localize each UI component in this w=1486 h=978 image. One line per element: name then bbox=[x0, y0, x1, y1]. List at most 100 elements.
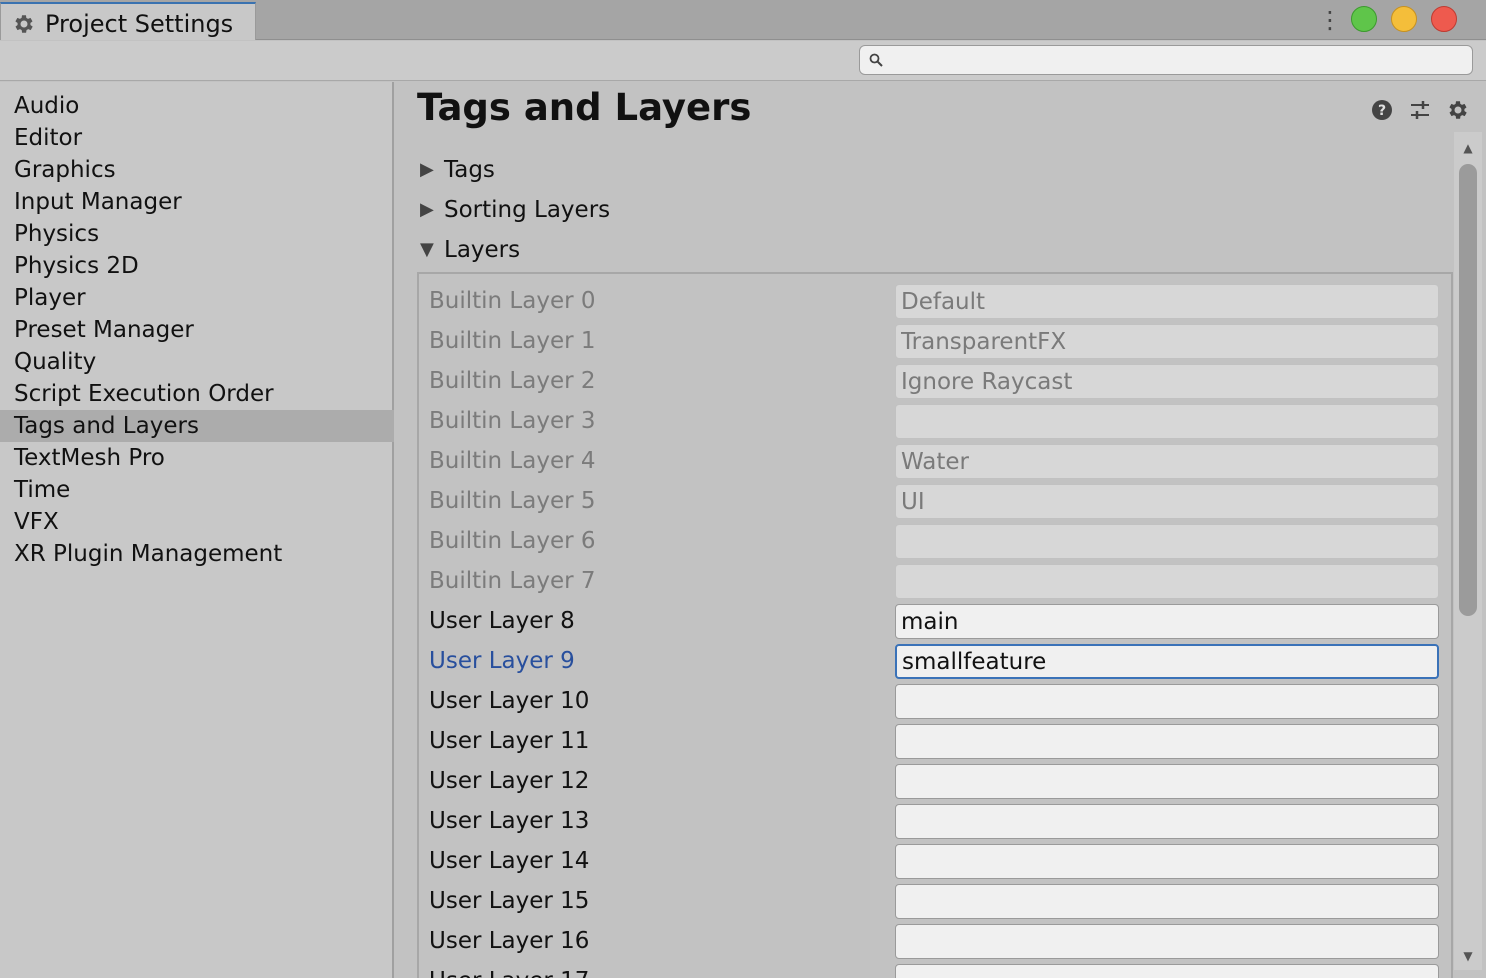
layer-label: User Layer 8 bbox=[429, 608, 575, 634]
layer-label: User Layer 9 bbox=[429, 648, 575, 674]
layer-row: User Layer 10 bbox=[419, 682, 1451, 722]
layer-name-field[interactable] bbox=[895, 724, 1439, 759]
layer-name-field bbox=[895, 444, 1439, 479]
sidebar-item-physics-2d[interactable]: Physics 2D bbox=[0, 250, 394, 282]
foldout-layers[interactable]: ▼ Layers bbox=[420, 233, 520, 267]
vertical-scrollbar[interactable]: ▲ ▼ bbox=[1454, 132, 1482, 970]
layer-label: Builtin Layer 4 bbox=[429, 448, 596, 474]
layer-name-field[interactable] bbox=[895, 924, 1439, 959]
layer-label: User Layer 16 bbox=[429, 928, 590, 954]
layer-row: User Layer 14 bbox=[419, 842, 1451, 882]
layer-row: Builtin Layer 6 bbox=[419, 522, 1451, 562]
layer-row: User Layer 12 bbox=[419, 762, 1451, 802]
layer-name-field[interactable] bbox=[895, 684, 1439, 719]
sidebar-item-quality[interactable]: Quality bbox=[0, 346, 394, 378]
layer-label: Builtin Layer 1 bbox=[429, 328, 596, 354]
foldout-label: Layers bbox=[444, 237, 521, 263]
sidebar-item-tags-and-layers[interactable]: Tags and Layers bbox=[0, 410, 394, 442]
sidebar-item-preset-manager[interactable]: Preset Manager bbox=[0, 314, 394, 346]
layer-row: User Layer 17 bbox=[419, 962, 1451, 978]
layer-label: Builtin Layer 6 bbox=[429, 528, 596, 554]
layer-label: User Layer 12 bbox=[429, 768, 590, 794]
foldout-tags[interactable]: ▶ Tags bbox=[420, 153, 495, 187]
layer-name-field bbox=[895, 484, 1439, 519]
sidebar-item-textmesh-pro[interactable]: TextMesh Pro bbox=[0, 442, 394, 474]
layer-name-field[interactable] bbox=[895, 964, 1439, 978]
layer-label: User Layer 10 bbox=[429, 688, 590, 714]
tab-project-settings[interactable]: Project Settings bbox=[0, 2, 256, 40]
layer-name-field[interactable] bbox=[895, 844, 1439, 879]
gear-icon[interactable] bbox=[1446, 98, 1470, 122]
maximize-button[interactable] bbox=[1351, 6, 1377, 32]
gear-icon bbox=[15, 15, 33, 33]
layer-row: Builtin Layer 0 bbox=[419, 282, 1451, 322]
sidebar-item-vfx[interactable]: VFX bbox=[0, 506, 394, 538]
collapsed-arrow-icon: ▶ bbox=[420, 199, 434, 220]
layer-row: Builtin Layer 4 bbox=[419, 442, 1451, 482]
layer-name-field[interactable] bbox=[895, 804, 1439, 839]
layer-row: User Layer 13 bbox=[419, 802, 1451, 842]
layer-row: Builtin Layer 5 bbox=[419, 482, 1451, 522]
layer-label: Builtin Layer 5 bbox=[429, 488, 596, 514]
title-bar: Project Settings ⋮ bbox=[0, 0, 1486, 40]
layer-label: User Layer 14 bbox=[429, 848, 590, 874]
layer-row: User Layer 16 bbox=[419, 922, 1451, 962]
layer-label: User Layer 11 bbox=[429, 728, 590, 754]
page-title: Tags and Layers bbox=[417, 86, 752, 129]
foldout-label: Sorting Layers bbox=[444, 197, 611, 223]
sidebar-item-script-execution-order[interactable]: Script Execution Order bbox=[0, 378, 394, 410]
layer-label: Builtin Layer 7 bbox=[429, 568, 596, 594]
layer-name-field[interactable] bbox=[895, 604, 1439, 639]
scrollbar-thumb[interactable] bbox=[1459, 164, 1477, 616]
layer-row: User Layer 8 bbox=[419, 602, 1451, 642]
collapsed-arrow-icon: ▶ bbox=[420, 159, 434, 180]
search-input[interactable] bbox=[890, 49, 1460, 71]
close-button[interactable] bbox=[1431, 6, 1457, 32]
layer-row: Builtin Layer 2 bbox=[419, 362, 1451, 402]
settings-main-panel: Tags and Layers ? ▶ Tags ▶ Sorting Layers … bbox=[396, 82, 1486, 978]
layer-label: User Layer 17 bbox=[429, 968, 589, 978]
layer-row: Builtin Layer 3 bbox=[419, 402, 1451, 442]
layer-label: User Layer 13 bbox=[429, 808, 590, 834]
layer-label: Builtin Layer 3 bbox=[429, 408, 596, 434]
layer-name-field[interactable] bbox=[895, 884, 1439, 919]
layer-row-selected: User Layer 9 bbox=[419, 642, 1451, 682]
layer-name-field bbox=[895, 524, 1439, 559]
scroll-up-arrow-icon[interactable]: ▲ bbox=[1460, 142, 1476, 154]
sidebar-item-editor[interactable]: Editor bbox=[0, 122, 394, 154]
layer-name-field bbox=[895, 284, 1439, 319]
sidebar-item-player[interactable]: Player bbox=[0, 282, 394, 314]
help-icon[interactable]: ? bbox=[1370, 98, 1394, 122]
layer-row: User Layer 11 bbox=[419, 722, 1451, 762]
layer-label: Builtin Layer 0 bbox=[429, 288, 596, 314]
expanded-arrow-icon: ▼ bbox=[420, 239, 434, 260]
svg-text:?: ? bbox=[1378, 103, 1386, 119]
layer-label: Builtin Layer 2 bbox=[429, 368, 596, 394]
sidebar-item-time[interactable]: Time bbox=[0, 474, 394, 506]
layers-list: Builtin Layer 0 Builtin Layer 1 Builtin … bbox=[417, 272, 1453, 978]
search-box[interactable] bbox=[859, 45, 1473, 75]
scroll-down-arrow-icon[interactable]: ▼ bbox=[1460, 950, 1476, 962]
sidebar-item-physics[interactable]: Physics bbox=[0, 218, 394, 250]
sidebar-item-input-manager[interactable]: Input Manager bbox=[0, 186, 394, 218]
layer-row: Builtin Layer 1 bbox=[419, 322, 1451, 362]
minimize-button[interactable] bbox=[1391, 6, 1417, 32]
kebab-icon[interactable]: ⋮ bbox=[1318, 6, 1342, 34]
search-icon bbox=[869, 53, 883, 67]
toolbar bbox=[0, 41, 1486, 81]
layer-name-field-focused[interactable] bbox=[895, 644, 1439, 679]
sidebar-item-graphics[interactable]: Graphics bbox=[0, 154, 394, 186]
presets-icon[interactable] bbox=[1408, 98, 1432, 122]
sidebar-item-audio[interactable]: Audio bbox=[0, 90, 394, 122]
foldout-sorting-layers[interactable]: ▶ Sorting Layers bbox=[420, 193, 610, 227]
layer-name-field bbox=[895, 324, 1439, 359]
layer-row: User Layer 15 bbox=[419, 882, 1451, 922]
tab-title: Project Settings bbox=[45, 10, 234, 38]
sidebar-item-xr-plugin-management[interactable]: XR Plugin Management bbox=[0, 538, 394, 570]
layer-name-field bbox=[895, 564, 1439, 599]
layer-name-field bbox=[895, 404, 1439, 439]
layer-label: User Layer 15 bbox=[429, 888, 590, 914]
settings-sidebar: Audio Editor Graphics Input Manager Phys… bbox=[0, 82, 394, 978]
layer-name-field bbox=[895, 364, 1439, 399]
layer-name-field[interactable] bbox=[895, 764, 1439, 799]
